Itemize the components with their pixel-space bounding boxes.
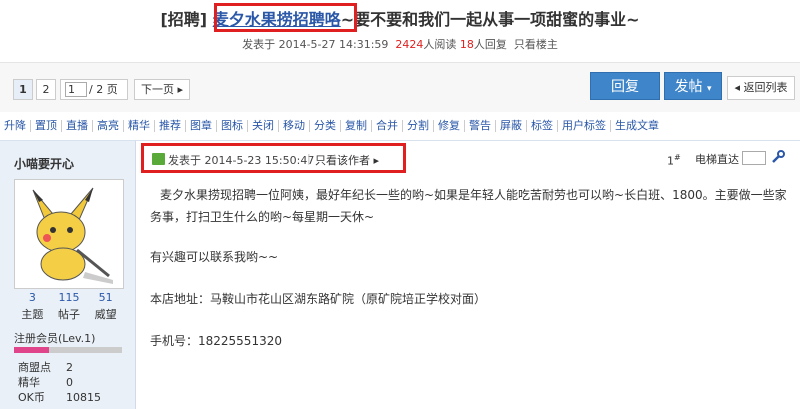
admin-tool-item[interactable]: 警告 [465,120,496,132]
page-input[interactable]: 1 [65,82,87,97]
thread-title-rest: ~要不要和我们一起从事一项甜蜜的事业~ [340,10,640,29]
back-label: 返回列表 [743,81,788,94]
thread-meta: 发表于 2014-5-27 14:31:59 2424人阅读 18人回复 只看楼… [0,36,800,52]
next-page-button[interactable]: 下一页 ▸ [134,79,190,100]
replies-label: 人回复 [473,38,507,51]
admin-tool-item[interactable]: 标签 [527,120,558,132]
admin-tool-item[interactable]: 关闭 [248,120,279,132]
replies-count: 18 [459,38,474,51]
stat-prestige-label: 威望 [94,308,117,321]
info-key: 精华 [18,376,40,389]
info-key: OK币 [18,391,45,404]
admin-tool-item[interactable]: 升降 [0,120,31,132]
admin-tool-item[interactable]: 图章 [186,120,217,132]
floor-mark: # [674,153,681,162]
user-stats: 3 主题 115 帖子 51 威望 [14,291,124,322]
posted-label: 发表于 [242,38,276,51]
info-value: 10815 [66,391,101,404]
user-info: 商盟点 2 精华 0 OK币 10815 [18,360,101,405]
thread-title: [招聘] 麦夕水果捞招聘咯~要不要和我们一起从事一项甜蜜的事业~ [0,6,800,30]
floor-jump-label: 电梯直达 [695,153,739,166]
post-label: 发帖 [674,79,703,95]
post-paragraph: 本店地址：马鞍山市花山区湖东路矿院（原矿院培正学校对面） [150,292,487,306]
pager-toolbar: 1 2 1/ 2 页 下一页 ▸ 回复 发帖 ▾ ◂ 返回列表 [0,62,800,112]
admin-tool-item[interactable]: 修复 [434,120,465,132]
post-paragraph: 麦夕水果捞现招聘一位阿姨，最好年纪长一些的哟~如果是年轻人能吃苦耐劳也可以哟~长… [150,188,787,224]
floor-number[interactable]: 1# [667,153,681,168]
admin-tool-item[interactable]: 高亮 [93,120,124,132]
admin-tools-bar: 升降 置顶 直播 高亮 精华 推荐 图章 图标 关闭 移动 分类 复制 合并 分割 修复 警告 屏蔽 标签 用户标签… [0,115,800,137]
only-author-link[interactable]: 只看该作者 ▸ [315,152,379,168]
admin-tool-item[interactable]: 图标 [217,120,248,132]
user-sidebar: 小喵要开心 3 主题 115 帖子 51 威望 注册会员(Lev.1) 商盟点 2 精华… [0,141,136,409]
admin-tool-item[interactable]: 精华 [124,120,155,132]
floor-num: 1 [667,154,674,168]
stat-prestige-num: 51 [98,291,113,304]
caret-down-icon: ▾ [706,84,712,94]
user-info-row: OK币 10815 [18,390,101,405]
posted-time: 2014-5-27 14:31:59 [278,38,389,51]
thread-header: [招聘] 麦夕水果捞招聘咯~要不要和我们一起从事一项甜蜜的事业~ 发表于 201… [0,0,800,58]
page-1-button[interactable]: 1 [13,79,33,100]
level-progress-fill [14,347,49,353]
post-time: 发表于 2014-5-23 15:50:47 [168,154,315,167]
floor-jump-input[interactable] [742,151,766,165]
admin-tool-item[interactable]: 直播 [62,120,93,132]
post-paragraph: 有兴趣可以联系我哟~~ [150,250,279,264]
admin-tool-item[interactable]: 推荐 [155,120,186,132]
post-content: 麦夕水果捞现招聘一位阿姨，最好年纪长一些的哟~如果是年轻人能吃苦耐劳也可以哟~长… [150,184,790,372]
admin-tool-item[interactable]: 分割 [403,120,434,132]
reply-button[interactable]: 回复 [590,72,660,100]
avatar[interactable] [14,179,124,289]
stat-posts-num: 115 [58,291,80,304]
admin-tool-item[interactable]: 分类 [310,120,341,132]
views-count: 2424 [395,38,424,51]
stat-topics[interactable]: 3 主题 [14,291,51,322]
chevron-left-icon: ◂ [734,81,741,94]
stat-topics-label: 主题 [21,308,44,321]
stat-posts[interactable]: 115 帖子 [51,291,88,322]
admin-tool-item[interactable]: 用户标签 [558,120,611,132]
user-level[interactable]: 注册会员(Lev.1) [14,330,95,346]
stat-posts-label: 帖子 [58,308,80,321]
user-info-row: 商盟点 2 [18,360,101,375]
only-op-link[interactable]: 只看楼主 [514,38,558,51]
info-value: 0 [66,376,73,389]
username[interactable]: 小喵要开心 [14,155,74,172]
title-highlight-box [214,3,357,32]
thread-tag[interactable]: [招聘] [160,10,207,29]
online-status-icon [152,153,165,165]
separator: | [307,152,311,165]
only-author-label: 只看该作者 [315,154,370,167]
post-paragraph: 手机号：18225551320 [150,334,282,348]
level-progress-bar [14,347,122,353]
admin-tool-item[interactable]: 移动 [279,120,310,132]
next-page-label: 下一页 [140,83,174,96]
page-jump: 1/ 2 页 [60,79,128,100]
admin-tool-item[interactable]: 合并 [372,120,403,132]
admin-tool-item[interactable]: 屏蔽 [496,120,527,132]
chevron-right-icon: ▸ [373,154,380,167]
views-label: 人阅读 [423,38,457,51]
stat-topics-num: 3 [28,291,36,304]
page-total: / 2 页 [89,83,118,96]
admin-tool-item[interactable]: 置顶 [31,120,62,132]
info-key: 商盟点 [18,361,51,374]
admin-tool-item[interactable]: 复制 [341,120,372,132]
post-button[interactable]: 发帖 ▾ [664,72,722,100]
stat-prestige[interactable]: 51 威望 [87,291,124,322]
info-value: 2 [66,361,73,374]
pikachu-avatar-image [15,180,123,288]
admin-tool-item[interactable]: 生成文章 [611,120,663,132]
page-2-button[interactable]: 2 [36,79,56,100]
user-info-row: 精华 0 [18,375,101,390]
wrench-icon[interactable] [771,150,785,167]
back-to-list-button[interactable]: ◂ 返回列表 [727,76,795,100]
chevron-right-icon: ▸ [177,83,184,96]
